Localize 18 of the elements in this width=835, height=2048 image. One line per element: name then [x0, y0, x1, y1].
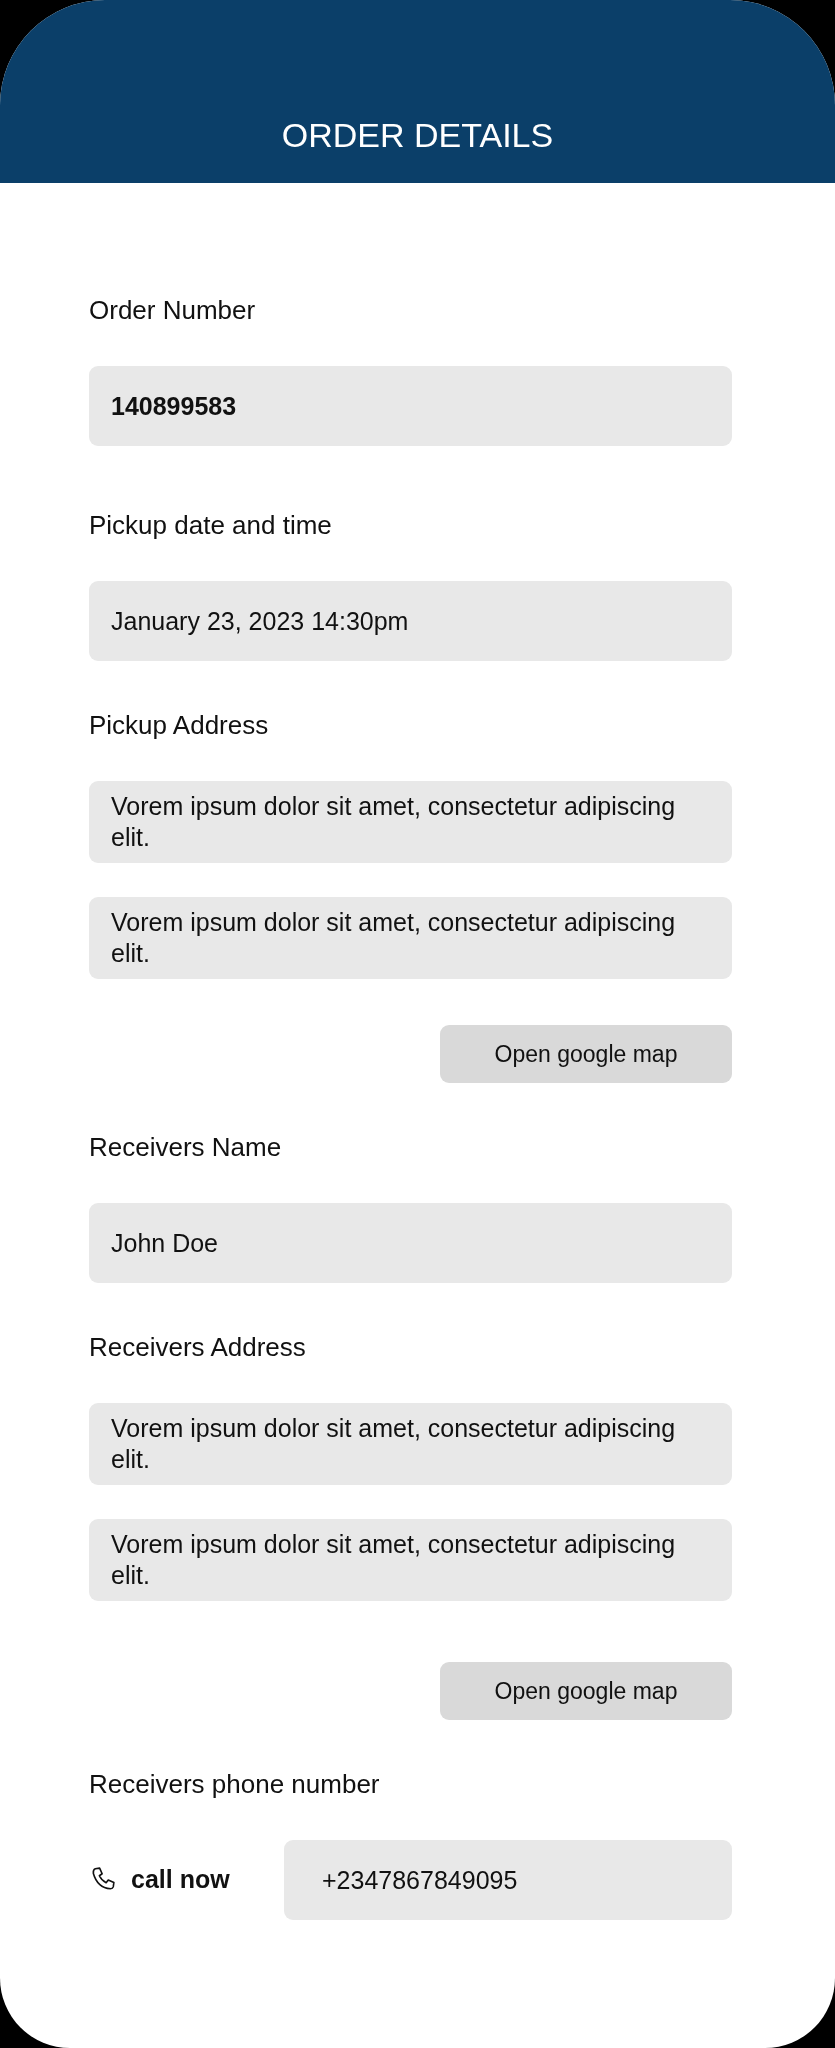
value-field: 140899583: [89, 366, 732, 446]
page-title: ORDER DETAILS: [281, 115, 554, 156]
field-label: Receivers Address: [89, 1331, 307, 1363]
open-map-button[interactable]: Open google map: [440, 1662, 732, 1720]
value-field: Vorem ipsum dolor sit amet, consectetur adipiscing elit.: [89, 1519, 732, 1601]
value-field: Vorem ipsum dolor sit amet, consectetur adipiscing elit.: [89, 1403, 732, 1485]
field-label: Pickup date and time: [89, 509, 333, 541]
value-field: John Doe: [89, 1203, 732, 1283]
field-label: Receivers phone number: [89, 1768, 381, 1800]
field-label: Pickup Address: [89, 709, 270, 741]
field-label: Receivers Name: [89, 1131, 283, 1163]
value-field: +2347867849095: [284, 1840, 732, 1920]
value-field: Vorem ipsum dolor sit amet, consectetur adipiscing elit.: [89, 897, 732, 979]
value-field: January 23, 2023 14:30pm: [89, 581, 732, 661]
call-button[interactable]: call now: [89, 1861, 284, 1899]
open-map-button[interactable]: Open google map: [440, 1025, 732, 1083]
value-field: Vorem ipsum dolor sit amet, consectetur adipiscing elit.: [89, 781, 732, 863]
field-label: Order Number: [89, 294, 257, 326]
